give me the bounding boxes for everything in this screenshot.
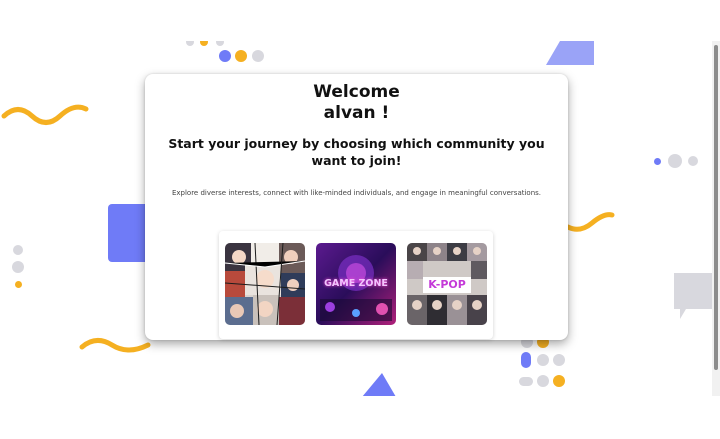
- decor-dot: [537, 354, 549, 366]
- decor-wave: [1, 104, 89, 125]
- community-list: GAME ZONE K-POP: [219, 231, 493, 339]
- welcome-title: Welcome alvan !: [145, 82, 568, 124]
- decor-dot: [537, 375, 549, 387]
- welcome-card: Welcome alvan ! Start your journey by ch…: [145, 74, 568, 340]
- decor-dot: [668, 154, 682, 168]
- decor-dot: [553, 375, 565, 387]
- welcome-subtitle: Start your journey by choosing which com…: [168, 136, 545, 168]
- decor-parallelogram: [546, 41, 594, 65]
- decor-dot: [688, 156, 698, 166]
- decor-pill: [519, 377, 533, 386]
- decor-wave: [566, 212, 615, 232]
- community-kpop[interactable]: K-POP: [407, 243, 487, 325]
- welcome-line: Welcome: [313, 82, 400, 102]
- community-game-zone[interactable]: GAME ZONE: [316, 243, 396, 325]
- decor-triangle: [362, 373, 396, 396]
- anime-collage-image: [225, 243, 305, 325]
- decor-dot: [553, 354, 565, 366]
- decor-dot: [219, 50, 231, 62]
- welcome-description: Explore diverse interests, connect with …: [171, 189, 542, 197]
- decor-pill: [521, 352, 531, 368]
- decor-dot: [15, 281, 22, 288]
- decor-dot: [200, 41, 208, 46]
- scrollbar-thumb[interactable]: [714, 45, 718, 370]
- decor-wave: [79, 338, 151, 353]
- decor-dot: [186, 41, 194, 46]
- game-zone-label: GAME ZONE: [324, 278, 388, 289]
- decor-dot: [252, 50, 264, 62]
- decor-dot: [216, 41, 224, 46]
- community-anime[interactable]: [225, 243, 305, 325]
- speech-bubble-icon: [674, 273, 712, 319]
- decor-dot: [654, 158, 661, 165]
- decor-dot: [13, 245, 23, 255]
- decor-dot: [235, 50, 247, 62]
- kpop-label: K-POP: [428, 278, 466, 291]
- username-line: alvan !: [323, 103, 390, 123]
- decor-dot: [12, 261, 24, 273]
